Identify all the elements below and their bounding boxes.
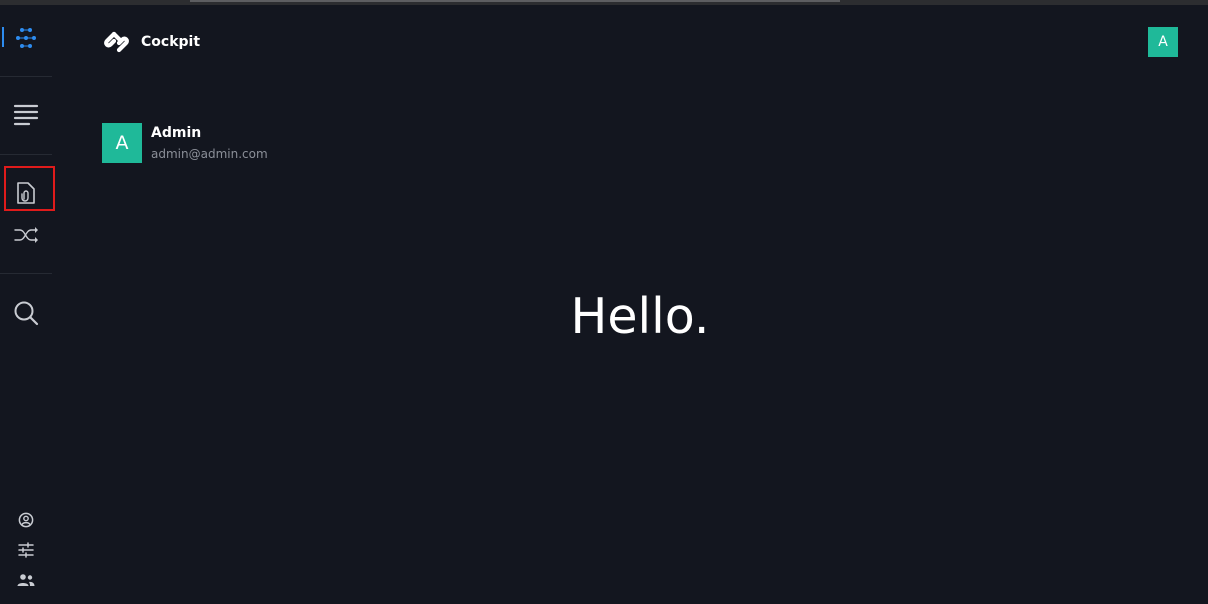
user-card: A Admin admin@admin.com: [102, 123, 268, 165]
user-profile-icon: [18, 512, 34, 528]
user-info: Admin admin@admin.com: [151, 123, 268, 165]
sidebar-item-content[interactable]: [0, 100, 52, 130]
user-name: Admin: [151, 125, 202, 141]
user-email: admin@admin.com: [151, 147, 268, 161]
avatar: A: [102, 123, 142, 163]
sidebar-divider: [0, 154, 52, 155]
sidebar-item-dashboard[interactable]: [0, 23, 52, 53]
greeting-heading: Hello.: [570, 288, 710, 345]
sidebar-item-account[interactable]: [0, 510, 52, 530]
sidebar-divider: [0, 273, 52, 274]
shuffle-icon: [14, 227, 38, 243]
settings-sliders-icon: [18, 542, 34, 558]
sidebar-divider: [0, 76, 52, 77]
cockpit-logo-icon: [104, 31, 129, 53]
brand-name: Cockpit: [141, 34, 201, 50]
sidebar-item-shuffle[interactable]: [0, 223, 52, 247]
sidebar-item-settings[interactable]: [0, 540, 52, 560]
header-avatar[interactable]: A: [1148, 27, 1178, 57]
horizontal-scrollbar[interactable]: [190, 0, 840, 2]
brand[interactable]: Cockpit: [102, 30, 200, 54]
content-list-icon: [13, 104, 39, 126]
dashboard-dots-icon: [16, 28, 36, 48]
highlight-annotation: [4, 166, 55, 211]
users-group-icon: [17, 574, 35, 586]
sidebar-item-users[interactable]: [0, 570, 52, 590]
browser-scroll-strip: [0, 0, 1208, 5]
app-window: Cockpit A A Admin admin@admin.com Hello.: [0, 0, 1208, 604]
